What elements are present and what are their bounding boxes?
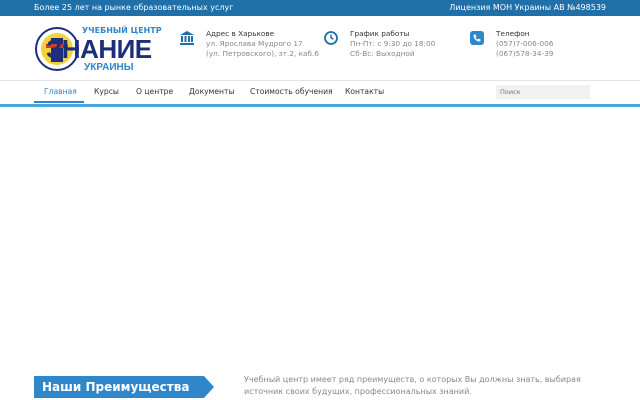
license-text: Лицензия МОН Украины АВ №498539: [449, 3, 606, 12]
header: УЧЕБНЫЙ ЦЕНТР ЗНАНИЕ УКРАИНЫ Адрес в Хар…: [0, 16, 640, 78]
hero-banner: [0, 107, 640, 375]
address-line-1: ул. Ярослава Мудрого 17: [206, 39, 303, 48]
address-title: Адрес в Харькове: [206, 29, 275, 38]
schedule-title: График работы: [350, 29, 410, 38]
experience-text: Более 25 лет на рынке образовательных ус…: [34, 3, 234, 12]
site-logo[interactable]: УЧЕБНЫЙ ЦЕНТР ЗНАНИЕ УКРАИНЫ: [34, 24, 162, 78]
phone-title: Телефон: [496, 29, 530, 38]
nav-item-about[interactable]: О центре: [126, 81, 183, 103]
schedule-line-1: Пн-Пт: с 9:30 до 18:00: [350, 39, 436, 48]
nav-item-pricing[interactable]: Стоимость обучения: [240, 81, 343, 103]
phone-line-2[interactable]: (067)578-34-39: [496, 49, 553, 59]
bank-icon: [180, 31, 194, 45]
logo-sub-text: УКРАИНЫ: [84, 62, 134, 73]
top-bar: Более 25 лет на рынке образовательных ус…: [0, 0, 640, 16]
nav-item-documents[interactable]: Документы: [179, 81, 244, 103]
active-tab-indicator: [34, 101, 84, 103]
nav-item-contacts[interactable]: Контакты: [335, 81, 394, 103]
clock-icon: [324, 31, 338, 45]
nav-item-home[interactable]: Главная: [34, 81, 87, 103]
address-line-2: (ул. Петровского), эт.2, каб.6: [206, 49, 319, 58]
phone-icon: [470, 31, 484, 45]
advantages-title: Наши Преимущества: [34, 376, 214, 398]
logo-main-text: ЗНАНИЕ: [46, 34, 152, 64]
search-input[interactable]: [496, 85, 590, 99]
schedule-line-2: Сб-Вс: Выходной: [350, 49, 415, 58]
main-nav: Главная Курсы О центре Документы Стоимос…: [0, 80, 640, 103]
advantages-text: Учебный центр имеет ряд преимуществ, о к…: [244, 375, 581, 396]
phone-line-1[interactable]: (057)7-006-006: [496, 39, 553, 49]
nav-item-courses[interactable]: Курсы: [84, 81, 129, 103]
